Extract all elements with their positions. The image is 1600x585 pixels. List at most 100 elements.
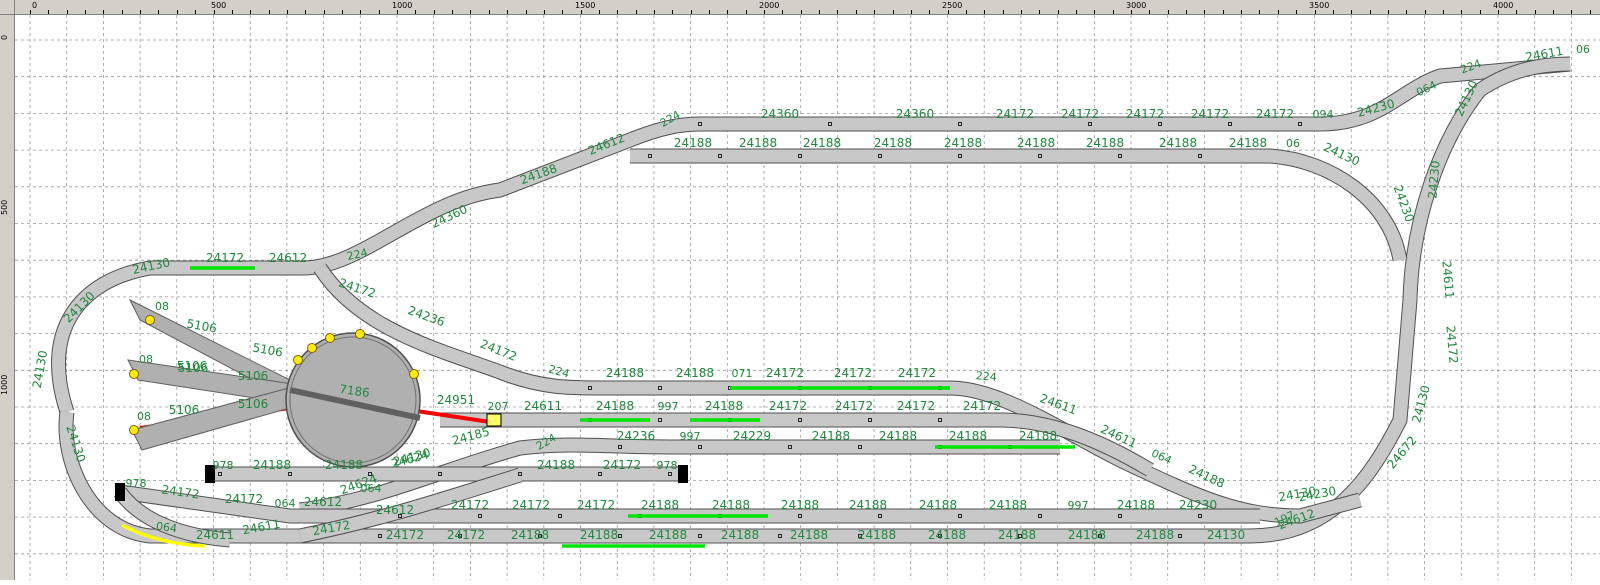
track-label: 24188 — [858, 528, 896, 542]
track-label: 24188 — [944, 136, 982, 150]
track-label: 24188 — [253, 458, 291, 472]
ruler-tick — [1406, 10, 1408, 14]
track-label: 24130 — [1409, 384, 1432, 425]
track-label: 24188 — [1117, 498, 1155, 512]
ruler-tick — [452, 10, 454, 14]
ruler-tick — [397, 10, 398, 14]
ruler-tick — [1369, 10, 1371, 14]
ruler-tick — [378, 10, 380, 14]
ruler-tick — [800, 10, 802, 14]
track-label: 24188 — [949, 429, 987, 443]
ruler-tick — [1351, 10, 1353, 14]
ruler-tick — [1571, 10, 1573, 14]
ruler-tick — [745, 10, 747, 14]
track-label: 978 — [126, 477, 147, 490]
track-label: 24185 — [451, 424, 492, 447]
track-label: 24188 — [919, 498, 957, 512]
track-label: 24172 — [897, 399, 935, 413]
ruler-tick — [984, 10, 986, 14]
track-label: 24172 — [963, 399, 1001, 413]
track-label: 24172 — [769, 399, 807, 413]
ruler-tick — [1314, 10, 1316, 14]
track-label: 24230 — [1391, 183, 1417, 224]
ruler-tick — [30, 10, 31, 14]
track-label: 24188 — [739, 136, 777, 150]
ruler-label: 1000 — [0, 374, 9, 395]
ruler-tick — [1186, 10, 1188, 14]
track-label: 24360 — [761, 107, 799, 121]
track-label: 071 — [732, 367, 753, 380]
ruler-tick — [727, 10, 729, 14]
track-label: 24172 — [603, 458, 641, 472]
ruler-tick — [1020, 10, 1022, 14]
track-label: 24612 — [304, 495, 342, 509]
track-label: 5106 — [238, 397, 269, 411]
track-label: 5106 — [251, 341, 284, 360]
ruler-tick — [1516, 10, 1518, 14]
ruler-label: 500 — [211, 1, 227, 10]
track-label: 24172 — [996, 107, 1034, 121]
ruler-tick — [1167, 10, 1169, 14]
track-label: 24188 — [928, 528, 966, 542]
signal-lamp-icon — [129, 369, 139, 379]
ruler-tick — [1553, 10, 1554, 14]
ruler-tick — [1461, 10, 1463, 14]
track-label: 24188 — [1159, 136, 1197, 150]
signal-lamp-icon — [293, 355, 303, 365]
ruler-tick — [1076, 10, 1077, 14]
ruler-tick — [965, 10, 967, 14]
left-ruler: 0 500 1000 — [0, 0, 15, 580]
track-layout-canvas[interactable]: 24172 24612 224 24130 24130 24130 24130 24360 24… — [15, 15, 1600, 580]
top-ruler: 0 500 1000 1500 2000 2500 3000 3500 4000 — [0, 0, 1600, 15]
track-label: 24188 — [1086, 136, 1124, 150]
track-label: 24611 — [196, 528, 234, 542]
track-label: 24172 — [1191, 107, 1229, 121]
turntable[interactable] — [127, 298, 502, 468]
track-label: 06 — [1576, 43, 1590, 56]
track-label: 224 — [975, 369, 997, 384]
ruler-tick — [709, 10, 710, 14]
signal-lamp-icon — [307, 343, 317, 353]
ruler-tick — [1241, 10, 1243, 14]
track-label: 06 — [1286, 137, 1300, 150]
track-label: 24188 — [1229, 136, 1267, 150]
ruler-tick — [598, 10, 600, 14]
track-label: 24188 — [1017, 136, 1055, 150]
track-section — [630, 149, 1407, 262]
ruler-tick — [195, 10, 197, 14]
ruler-tick — [323, 10, 325, 14]
track-label: 24188 — [874, 136, 912, 150]
track-label: 224 — [547, 363, 571, 381]
ruler-tick — [874, 10, 876, 14]
track-label: 24612 — [376, 503, 414, 517]
track-label: 24230 — [1179, 498, 1217, 512]
ruler-tick — [231, 10, 233, 14]
ruler-tick — [488, 10, 490, 14]
track-label: 207 — [488, 400, 509, 413]
ruler-tick — [617, 10, 619, 14]
ruler-tick — [415, 10, 417, 14]
track-label: 24172 — [898, 366, 936, 380]
track-label: 5106 — [169, 403, 200, 417]
track-label: 24172 — [766, 366, 804, 380]
track-label: 5106 — [178, 361, 209, 375]
ruler-tick — [1442, 10, 1444, 14]
ruler-tick — [342, 10, 343, 14]
ruler-tick — [1479, 10, 1481, 14]
ruler-tick — [580, 10, 582, 14]
ruler-tick — [929, 10, 931, 14]
ruler-tick — [782, 10, 784, 14]
ruler-tick — [250, 10, 252, 14]
track-section — [59, 57, 1571, 543]
track-label: 24172 — [206, 251, 244, 265]
track-label: 24188 — [712, 498, 750, 512]
stall-track — [131, 384, 301, 451]
track-label: 24172 — [451, 498, 489, 512]
signal-lamp-icon — [129, 425, 139, 435]
track-label: 24611 — [1439, 260, 1456, 299]
ruler-tick — [286, 10, 288, 14]
ruler-tick — [947, 10, 949, 14]
uncoupler-icon — [486, 413, 502, 427]
ruler-label: 4000 — [1493, 1, 1514, 10]
track-label: 08 — [139, 353, 153, 366]
